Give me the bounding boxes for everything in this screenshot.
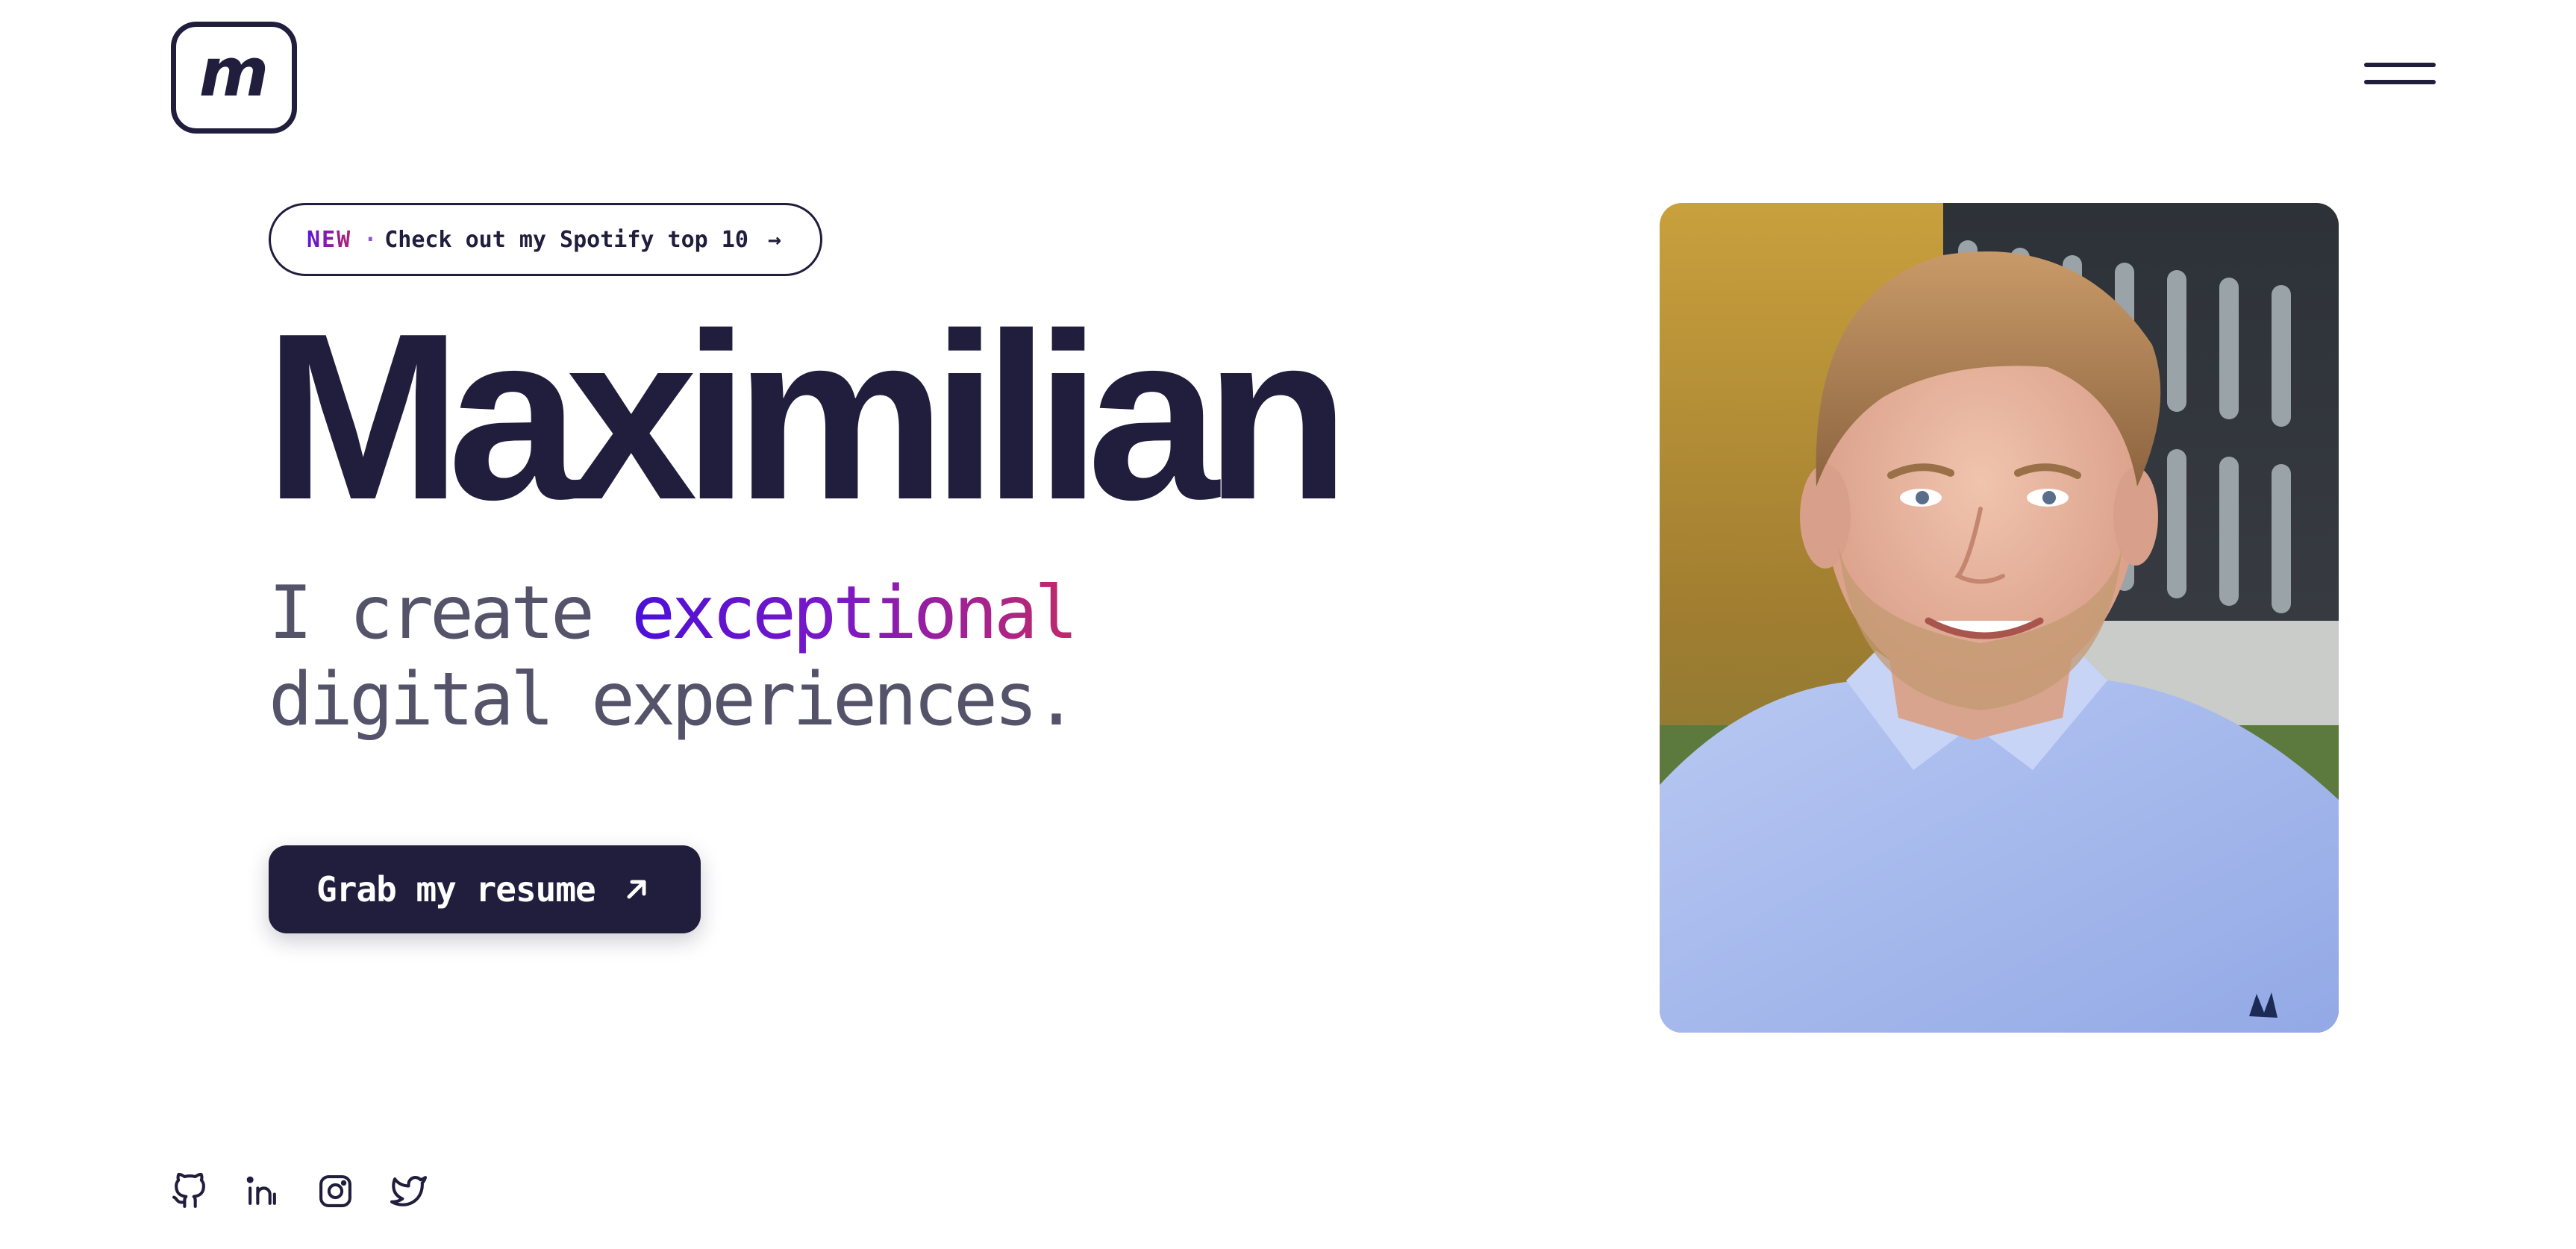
arrow-up-right-icon xyxy=(627,880,646,899)
hamburger-menu-icon[interactable] xyxy=(2364,61,2436,87)
spotify-announcement-pill[interactable]: NEW · Check out my Spotify top 10 → xyxy=(269,203,822,276)
menu-line-top xyxy=(2364,63,2436,67)
resume-button[interactable]: Grab my resume xyxy=(269,845,701,933)
tagline-prefix: I create xyxy=(269,571,632,656)
announcement-text: Check out my Spotify top 10 xyxy=(384,226,748,253)
social-links xyxy=(171,1173,427,1209)
m-monogram-logo[interactable]: m xyxy=(171,22,297,134)
menu-line-bottom xyxy=(2364,80,2436,84)
new-badge: NEW xyxy=(307,226,352,253)
linkedin-icon[interactable] xyxy=(244,1173,281,1209)
separator-dot: · xyxy=(363,226,378,253)
tagline-suffix: digital experiences. xyxy=(269,657,1078,742)
tagline-highlight: exceptional xyxy=(631,571,1078,656)
profile-photo xyxy=(1660,203,2339,1033)
hero-name: Maximilian xyxy=(264,284,1350,549)
logo-letter: m xyxy=(198,34,269,112)
resume-button-label: Grab my resume xyxy=(316,869,596,910)
twitter-icon[interactable] xyxy=(390,1173,427,1209)
hero-tagline: I create exceptional digital experiences. xyxy=(269,570,1078,743)
instagram-icon[interactable] xyxy=(317,1173,354,1209)
arrow-right-icon: → xyxy=(767,226,781,253)
landing-page: m NEW · Check out my Spotify top 10 → Ma… xyxy=(0,0,2576,1249)
github-icon[interactable] xyxy=(171,1173,207,1209)
